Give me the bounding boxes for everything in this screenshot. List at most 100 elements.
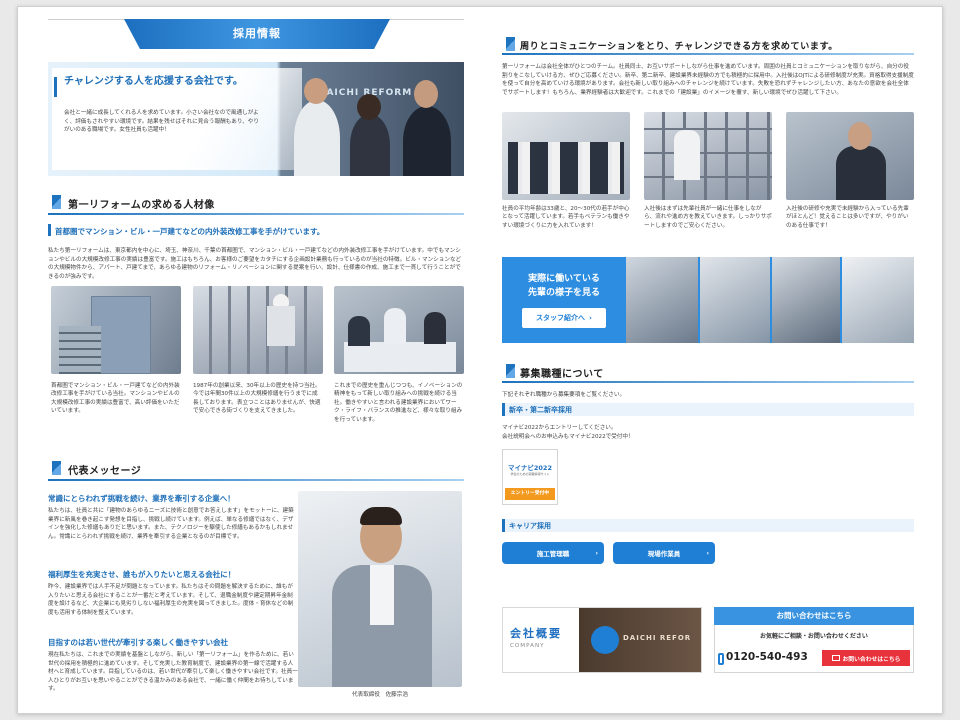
hero-person-1-head [304, 78, 328, 104]
section-rule [48, 479, 464, 481]
hero-person-2 [350, 114, 390, 176]
hero-person-1 [294, 100, 340, 176]
photo-scaffold-worker [644, 112, 772, 200]
photo-building [51, 286, 181, 374]
message-body-3: 現在私たちは、これまでの実績を基盤としながら、新しい「第一リフォーム」を作るため… [48, 652, 298, 693]
contact-phone[interactable]: 0120-540-493 [726, 651, 808, 663]
ceo-shirt [370, 565, 394, 625]
section-title-message: 代表メッセージ [68, 466, 142, 477]
section-mark-icon [52, 195, 61, 209]
company-logo-icon [591, 626, 619, 654]
phone-icon [718, 653, 724, 665]
company-sign: DAICHI REFOR [623, 634, 692, 642]
photo-meeting-person [384, 308, 406, 344]
staff-banner-photo [626, 257, 698, 343]
header-tab-label: 採用情報 [233, 27, 281, 40]
staff-banner-line2: 先輩の様子を見る [527, 288, 600, 298]
contact-header: お問い合わせはこちら [714, 607, 914, 625]
photo-group [502, 112, 630, 200]
photo-meeting-person [424, 312, 446, 344]
photo-meeting [334, 286, 464, 374]
hero-person-3 [403, 106, 451, 176]
newgrad-heading: 新卒・第二新卒採用 [509, 406, 572, 414]
company-banner-sub: COMPANY [510, 643, 545, 649]
caption-challenge-2: 入社後はまずは先輩社員が一緒に仕事をしながら、流れや進め方を教えていきます。しっ… [644, 206, 772, 229]
hero-person-3-head [414, 80, 438, 108]
newgrad-bar [502, 403, 505, 416]
message-heading-1: 常識にとらわれず挑戦を続け、業界を牽引する企業へ！ [48, 494, 235, 503]
photo-meeting-table [344, 342, 456, 372]
chevron-right-icon: › [595, 549, 598, 557]
staff-banner-button-label: スタッフ紹介へ [536, 314, 586, 322]
staff-banner-photo [772, 257, 840, 343]
contact-sub: お気軽にご相談・お問い合わせください [760, 633, 868, 640]
career-button-label: 現場作業員 [647, 550, 681, 558]
business-body: 私たち第一リフォームは、東京都内を中心に、埼玉、神奈川、千葉の首都圏で、マンショ… [48, 248, 462, 280]
hero-person-2-head [357, 94, 381, 120]
mynavi-logo: マイナビ2022 [508, 464, 552, 472]
contact-button-label: お問い合わせはこちら [842, 656, 901, 663]
recruit-intro: 下記それぞれ職種から募集要項をご覧ください。 [502, 392, 626, 398]
challenge-body: 第一リフォームは会社全体がひとつのチーム。社員同士、お互いサポートしながら仕事を… [502, 64, 914, 96]
staff-banner[interactable] [502, 257, 914, 343]
section-title-ideal: 第一リフォームの求める人材像 [68, 200, 215, 211]
photo-group-people [508, 142, 624, 194]
ceo-photo [298, 491, 462, 687]
section-rule [48, 213, 464, 215]
newgrad-text-2: 会社説明会へのお申込みもマイナビ2022で受付中！ [502, 434, 634, 440]
photo-building-scaffold [59, 326, 101, 374]
caption-challenge-1: 社員の平均年齢は33歳と、20〜30代の若手が中心となって活躍しています。若手も… [502, 206, 630, 229]
career-bar [502, 519, 505, 532]
message-body-2: 昨今、建設業界では人手不足が問題となっています。私たちはその問題を解決するために… [48, 584, 294, 616]
subheading-bar [48, 224, 51, 236]
mynavi-banner[interactable]: マイナビ2022 学生のための就職情報サイト エントリー受付中 [502, 449, 558, 505]
photo-worker-body [267, 306, 295, 346]
section-title-recruit: 募集職種について [520, 369, 604, 380]
company-banner-title: 会社概要 [510, 627, 562, 640]
caption-business-1: 首都圏でマンション・ビル・一戸建てなどの内外装改修工事を手がけている当社。マンシ… [51, 383, 180, 415]
career-button-construction-manager[interactable]: 施工管理職 › [502, 542, 604, 564]
photo-scaffold-person [674, 130, 700, 180]
section-rule [502, 381, 914, 383]
caption-business-2: 1987年の創業以来、30年以上の歴史を持つ当社。今では年間30件以上の大規模修… [193, 383, 321, 415]
photo-worker-helmet [273, 294, 289, 306]
photo-worker [193, 286, 323, 374]
mynavi-sub: 学生のための就職情報サイト [510, 472, 550, 476]
hero-bar [54, 77, 57, 97]
hero-text: 会社と一緒に成長してくれる人を求めています。小さい会社なので風通しがよく、評価も… [64, 110, 259, 134]
photo-young-body [836, 146, 886, 200]
section-mark-icon [52, 461, 61, 475]
career-button-label: 施工管理職 [536, 550, 570, 558]
photo-young-head [848, 122, 872, 150]
staff-banner-button[interactable]: スタッフ紹介へ › [522, 308, 606, 328]
contact-button[interactable]: お問い合わせはこちら [822, 650, 910, 666]
section-mark-icon [506, 364, 515, 378]
caption-business-3: これまでの歴史を重んじつつも、イノベーションの精神をもって新しい取り組みへの挑戦… [334, 383, 463, 423]
chevron-right-icon: › [706, 549, 709, 557]
message-heading-2: 福利厚生を充実させ、誰もが入りたいと思える会社に！ [48, 570, 236, 579]
photo-worker-scaffold [193, 286, 323, 374]
section-mark-icon [506, 37, 515, 51]
page: 採用情報 DAICHI REFORM チャレンジする人を応援する会社です。 会社… [17, 6, 943, 714]
staff-banner-line1: 実際に働いている [528, 274, 600, 284]
staff-banner-photo [842, 257, 914, 343]
message-heading-3: 目指すのは若い世代が牽引する楽しく働きやすい会社 [48, 638, 228, 647]
photo-meeting-person [348, 316, 370, 346]
subheading-business: 首都圏でマンション・ビル・一戸建てなどの内外装改修工事を手がけています。 [55, 227, 325, 236]
message-body-1: 私たちは、社員と共に「建物のあらゆるニーズに技術と創意でお答えします」をモットー… [48, 508, 294, 540]
section-title-challenge: 周りとコミュニケーションをとり、チャレンジできる方を求めています。 [520, 41, 838, 52]
section-rule [502, 53, 914, 55]
career-heading-bg [502, 519, 914, 532]
career-button-site-worker[interactable]: 現場作業員 › [613, 542, 715, 564]
newgrad-text-1: マイナビ2022からエントリーしてください。 [502, 425, 617, 431]
ceo-hair [360, 507, 402, 525]
ceo-caption: 代表取締役 佐藤宗浩 [352, 692, 408, 698]
caption-challenge-3: 入社後の研修や充実で未経験から入っている先輩がほとんど！覚えることは多いですが、… [786, 206, 909, 229]
hero-title: チャレンジする人を応援する会社です。 [64, 76, 243, 87]
career-heading: キャリア採用 [509, 522, 551, 530]
photo-young-staff [786, 112, 914, 200]
chevron-right-icon: › [589, 314, 592, 322]
photo-scaffold-bars [644, 112, 772, 200]
mynavi-entry: エントリー受付中 [505, 488, 555, 500]
staff-banner-photo [700, 257, 770, 343]
